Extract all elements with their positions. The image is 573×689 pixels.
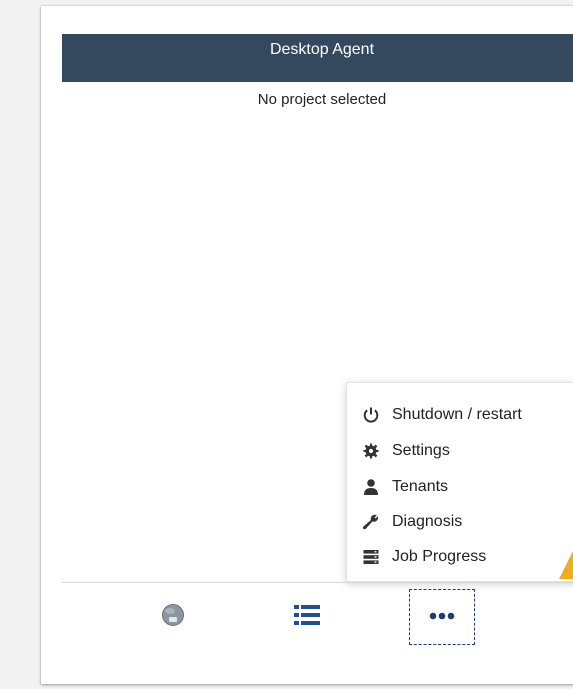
project-status: No project selected	[257, 91, 387, 108]
more-dots-icon	[428, 608, 456, 626]
menu-item-tenants[interactable]: Tenants	[347, 470, 573, 504]
app-header: Desktop Agent	[62, 34, 573, 82]
menu-item-label: Shutdown / restart	[392, 406, 522, 423]
wrench-icon	[361, 512, 381, 532]
menu-item-label: Diagnosis	[392, 513, 463, 530]
gear-icon	[361, 441, 381, 461]
more-menu-popover: Shutdown / restart Settings Tenants Diag…	[346, 382, 573, 582]
tab-list[interactable]	[279, 589, 335, 645]
menu-item-label: Job Progress	[392, 548, 487, 565]
menu-item-shutdown-restart[interactable]: Shutdown / restart	[347, 398, 573, 432]
disk-icon	[160, 602, 186, 633]
menu-item-diagnosis[interactable]: Diagnosis	[347, 505, 573, 539]
power-icon	[361, 405, 381, 425]
user-icon	[361, 477, 381, 497]
tab-projects[interactable]	[145, 589, 201, 645]
menu-item-label: Settings	[392, 442, 450, 459]
menu-item-settings[interactable]: Settings	[347, 434, 573, 468]
menu-item-label: Tenants	[392, 478, 449, 495]
menu-pointer-caret	[559, 551, 573, 579]
footer-divider	[62, 582, 573, 583]
menu-item-job-progress[interactable]: Job Progress	[347, 540, 573, 574]
desktop-agent-window: Desktop Agent No project selected Shutdo…	[41, 6, 573, 684]
tab-more[interactable]	[409, 589, 475, 645]
list-icon	[293, 603, 321, 632]
server-stack-icon	[361, 547, 381, 567]
app-title: Desktop Agent	[269, 41, 375, 58]
